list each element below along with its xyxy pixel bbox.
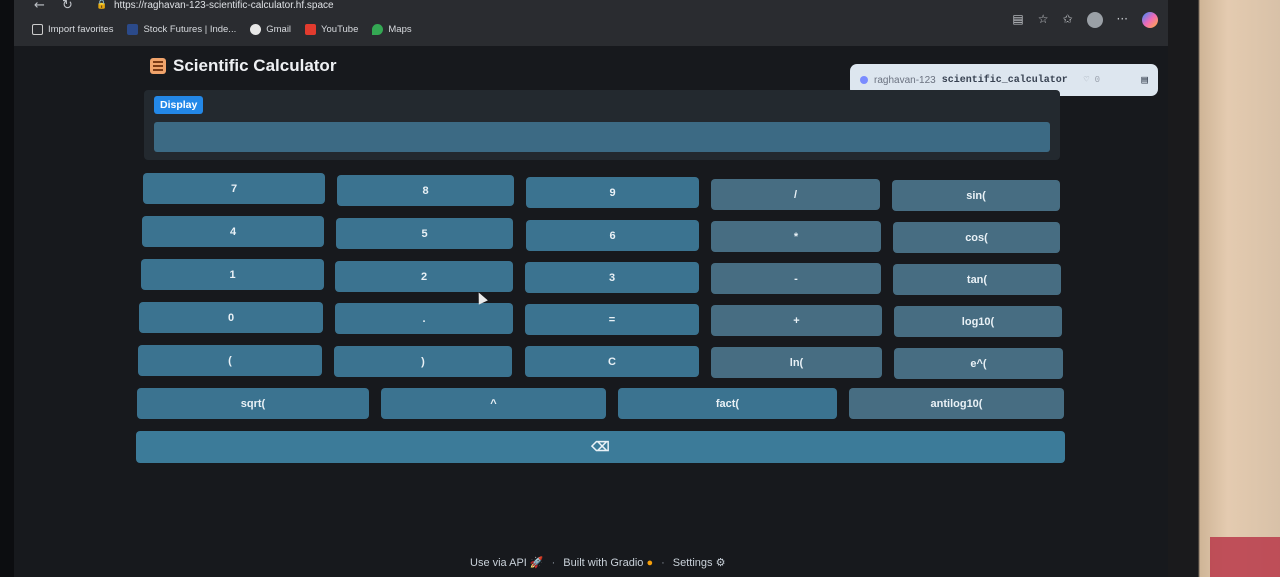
page-title: Scientific Calculator — [150, 56, 336, 76]
bookmark-maps[interactable]: Maps — [372, 24, 412, 35]
bookmarks-bar: Import favorites Stock Futures | Inde...… — [32, 24, 412, 35]
key-decimal[interactable]: . — [335, 303, 513, 334]
key-1[interactable]: 1 — [141, 259, 324, 290]
key-clear[interactable]: C — [525, 346, 699, 377]
bookmark-youtube[interactable]: YouTube — [305, 24, 358, 35]
backspace-button[interactable]: ⌫ — [136, 431, 1065, 463]
lock-icon: 🔒 — [96, 0, 108, 10]
more-icon[interactable]: ··· — [1117, 12, 1128, 28]
key-5[interactable]: 5 — [336, 218, 513, 249]
key-equals[interactable]: = — [525, 304, 699, 335]
display-block: Display — [144, 90, 1060, 160]
gradio-logo-icon: ● — [646, 556, 654, 569]
calculator-icon — [150, 58, 166, 74]
import-icon — [32, 24, 43, 35]
footer-separator: · — [551, 556, 556, 569]
key-open-paren[interactable]: ( — [138, 345, 322, 376]
key-0[interactable]: 0 — [139, 302, 323, 333]
key-6[interactable]: 6 — [526, 220, 699, 251]
background-cloth — [1210, 537, 1280, 577]
profile-avatar[interactable] — [1086, 12, 1103, 28]
space-owner[interactable]: raghavan-123 — [874, 75, 936, 86]
settings-link[interactable]: Settings ⚙ — [673, 556, 726, 569]
footer-separator: · — [661, 556, 665, 569]
gear-icon: ⚙ — [715, 557, 726, 569]
favorite-star-icon[interactable]: ☆ — [1038, 12, 1049, 28]
gmail-icon — [250, 24, 262, 35]
gradio-footer: Use via API 🚀 · Built with Gradio ● · Se… — [470, 556, 726, 570]
screen-bezel-left — [0, 0, 14, 577]
gradio-page: Scientific Calculator raghavan-123 scien… — [14, 46, 1168, 577]
key-cos[interactable]: cos( — [893, 222, 1060, 253]
bookmark-import[interactable]: Import favorites — [32, 24, 113, 35]
reader-icon[interactable]: ▤ — [1012, 12, 1023, 28]
use-via-api-link[interactable]: Use via API 🚀 — [470, 556, 544, 569]
display-label: Display — [154, 96, 204, 114]
key-divide[interactable]: / — [711, 179, 880, 210]
address-row: ← ↻ 🔒 https://raghavan-123-scientific-ca… — [14, 0, 1168, 18]
hf-avatar-icon — [860, 76, 868, 84]
browser-chrome: ← ↻ 🔒 https://raghavan-123-scientific-ca… — [14, 0, 1168, 46]
browser-toolbar: ▤ ☆ ✩ ··· — [1012, 12, 1158, 28]
key-exp[interactable]: e^( — [894, 348, 1063, 379]
refresh-icon[interactable]: ↻ — [62, 0, 73, 13]
copilot-icon[interactable] — [1142, 12, 1158, 28]
key-log10[interactable]: log10( — [894, 306, 1062, 337]
key-close-paren[interactable]: ) — [334, 346, 512, 377]
key-fact[interactable]: fact( — [618, 388, 837, 419]
key-ln[interactable]: ln( — [711, 347, 882, 378]
key-tan[interactable]: tan( — [893, 264, 1061, 295]
key-sin[interactable]: sin( — [892, 180, 1060, 211]
key-8[interactable]: 8 — [337, 175, 514, 206]
key-7[interactable]: 7 — [143, 173, 325, 204]
bookmark-stock[interactable]: Stock Futures | Inde... — [127, 24, 236, 35]
display-input[interactable] — [154, 122, 1050, 152]
key-sqrt[interactable]: sqrt( — [137, 388, 369, 419]
rocket-icon: 🚀 — [529, 557, 544, 569]
like-counter[interactable]: ♡ 0 — [1084, 75, 1100, 85]
key-2[interactable]: 2 — [335, 261, 513, 292]
built-with-gradio-link[interactable]: Built with Gradio ● — [563, 557, 653, 569]
space-menu-icon[interactable]: ▤ — [1141, 73, 1148, 87]
key-9[interactable]: 9 — [526, 177, 699, 208]
maps-icon — [372, 24, 384, 35]
key-multiply[interactable]: * — [711, 221, 881, 252]
favorites-icon[interactable]: ✩ — [1062, 12, 1072, 28]
key-minus[interactable]: - — [711, 263, 881, 294]
key-4[interactable]: 4 — [142, 216, 324, 247]
back-icon[interactable]: ← — [34, 0, 45, 13]
bookmark-gmail[interactable]: Gmail — [250, 24, 291, 35]
space-name[interactable]: scientific_calculator — [942, 75, 1068, 86]
key-power[interactable]: ^ — [381, 388, 606, 419]
stock-icon — [127, 24, 139, 35]
screen-bezel-right — [1168, 0, 1280, 577]
youtube-icon — [305, 24, 317, 35]
address-bar[interactable]: https://raghavan-123-scientific-calculat… — [114, 0, 334, 11]
key-plus[interactable]: + — [711, 305, 882, 336]
key-3[interactable]: 3 — [525, 262, 699, 293]
like-count: 0 — [1094, 75, 1100, 85]
key-antilog10[interactable]: antilog10( — [849, 388, 1064, 419]
